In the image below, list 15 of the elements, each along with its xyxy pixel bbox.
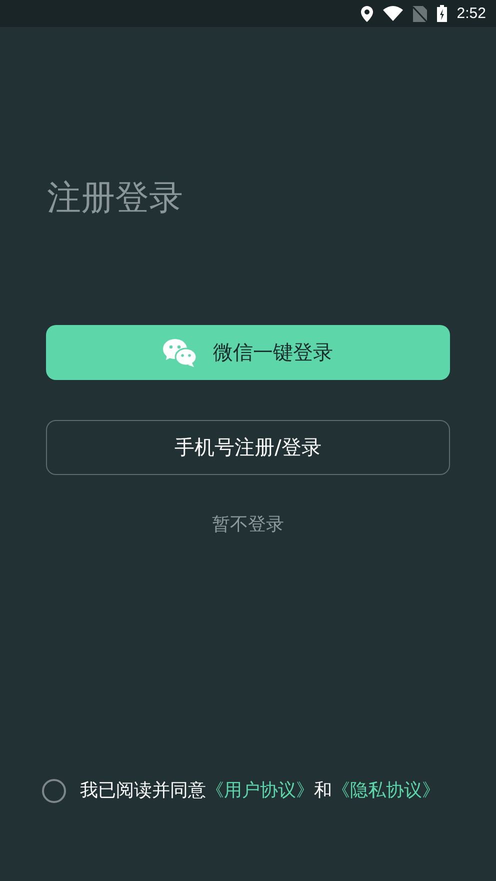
agreement-checkbox[interactable] bbox=[42, 779, 66, 803]
battery-charging-icon bbox=[436, 5, 447, 22]
clock-time: 2:52 bbox=[456, 5, 486, 22]
agreement-text: 和 bbox=[314, 779, 332, 803]
chat-bubbles-icon bbox=[163, 338, 197, 366]
wechat-login-button[interactable]: 微信一键登录 bbox=[46, 325, 450, 380]
wifi-icon bbox=[382, 6, 403, 21]
skip-login-link[interactable]: 暂不登录 bbox=[212, 513, 284, 537]
agreement-link[interactable]: 《隐私协议》 bbox=[332, 779, 440, 803]
agreement-link[interactable]: 《用户协议》 bbox=[206, 779, 314, 803]
location-icon bbox=[360, 6, 373, 22]
page-title: 注册登录 bbox=[47, 177, 184, 219]
phone-login-button[interactable]: 手机号注册/登录 bbox=[46, 420, 450, 475]
agreement-text: 我已阅读并同意 bbox=[80, 779, 206, 803]
no-signal-icon bbox=[412, 6, 427, 22]
